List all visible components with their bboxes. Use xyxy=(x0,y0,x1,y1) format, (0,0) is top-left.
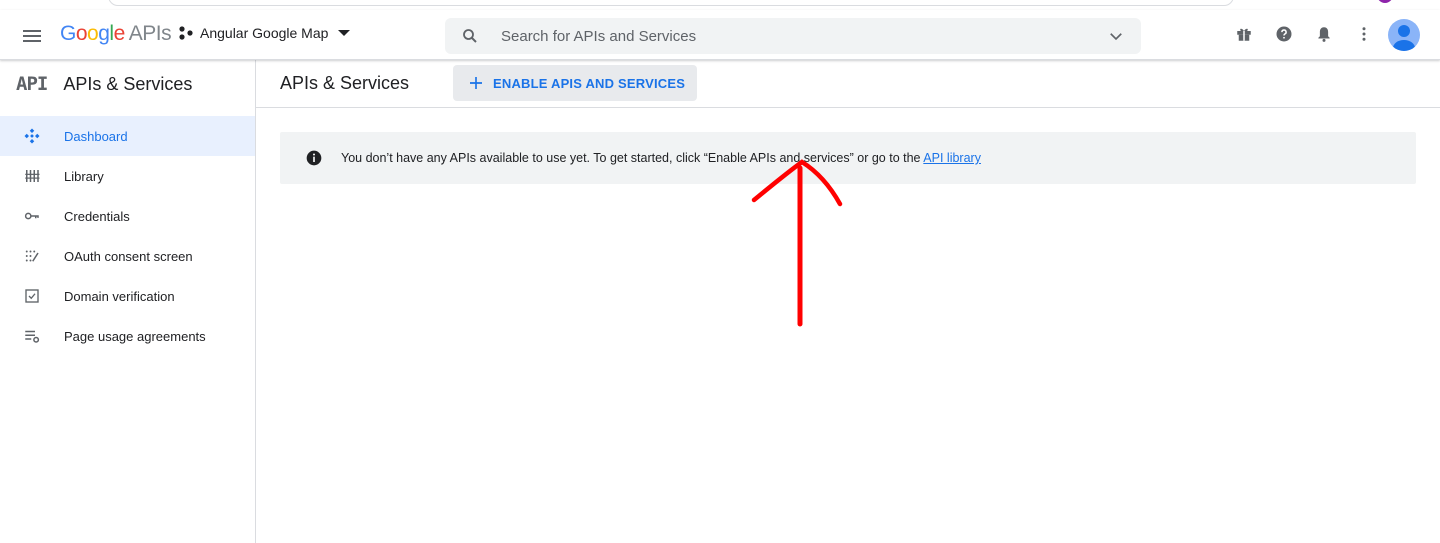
browser-top-strip xyxy=(0,0,1440,10)
top-header: Google APIs Angular Google Map xyxy=(0,10,1440,60)
key-icon xyxy=(24,212,39,220)
sidebar-item-label: Dashboard xyxy=(64,128,128,144)
project-selector[interactable]: Angular Google Map xyxy=(178,25,351,41)
profile-dot xyxy=(1377,0,1393,3)
avatar[interactable] xyxy=(1388,19,1420,51)
notifications-bell-icon[interactable] xyxy=(1314,24,1334,44)
api-library-link[interactable]: API library xyxy=(923,151,981,165)
sidebar-title: APIs & Services xyxy=(63,73,193,94)
oauth-icon xyxy=(25,250,39,262)
info-icon xyxy=(306,150,322,166)
sidebar: API APIs & Services Dashboard Library Cr… xyxy=(0,60,256,543)
gift-icon[interactable] xyxy=(1234,24,1254,44)
main-menu-button[interactable] xyxy=(20,24,44,48)
sidebar-item-library[interactable]: Library xyxy=(0,156,255,196)
apis-logo-text: APIs xyxy=(128,22,172,45)
project-name: Angular Google Map xyxy=(200,25,329,41)
library-icon xyxy=(25,170,40,182)
sidebar-nav: Dashboard Library Credentials OAuth cons… xyxy=(0,116,255,356)
google-logo-text: Google xyxy=(60,22,125,45)
main-content: APIs & Services ENABLE APIS AND SERVICES… xyxy=(256,60,1440,543)
banner-text: You don’t have any APIs available to use… xyxy=(341,151,924,165)
main-header: APIs & Services ENABLE APIS AND SERVICES xyxy=(256,60,1440,108)
search-input[interactable] xyxy=(501,27,1061,45)
sidebar-item-dashboard[interactable]: Dashboard xyxy=(0,116,255,156)
info-banner: You don’t have any APIs available to use… xyxy=(280,132,1416,184)
page-title: APIs & Services xyxy=(280,73,410,93)
sidebar-item-credentials[interactable]: Credentials xyxy=(0,196,255,236)
chevron-down-icon[interactable] xyxy=(1107,27,1125,45)
project-icon xyxy=(178,25,194,41)
plus-icon xyxy=(470,77,482,89)
help-icon[interactable] xyxy=(1274,24,1294,44)
search-bar[interactable] xyxy=(445,18,1141,54)
settings-list-icon xyxy=(25,330,40,343)
api-icon: API xyxy=(16,73,48,95)
search-icon xyxy=(463,29,477,43)
sidebar-item-label: Domain verification xyxy=(64,288,175,304)
sidebar-item-label: Page usage agreements xyxy=(64,328,206,344)
enable-apis-button[interactable]: ENABLE APIS AND SERVICES xyxy=(453,65,698,101)
enable-apis-label: ENABLE APIS AND SERVICES xyxy=(493,75,686,91)
header-actions xyxy=(1234,24,1394,44)
more-vert-icon[interactable] xyxy=(1354,24,1374,44)
sidebar-header: API APIs & Services xyxy=(0,60,256,108)
sidebar-item-page-usage[interactable]: Page usage agreements xyxy=(0,316,255,356)
sidebar-item-oauth-consent[interactable]: OAuth consent screen xyxy=(0,236,255,276)
sidebar-item-label: Credentials xyxy=(64,208,130,224)
sidebar-item-label: OAuth consent screen xyxy=(64,248,193,264)
browser-address-pill xyxy=(108,0,1234,6)
caret-down-icon xyxy=(338,30,351,36)
sidebar-item-label: Library xyxy=(64,168,104,184)
checkbox-icon xyxy=(25,289,39,303)
dashboard-icon xyxy=(24,128,40,144)
google-apis-logo[interactable]: Google APIs xyxy=(60,22,172,46)
sidebar-item-domain-verification[interactable]: Domain verification xyxy=(0,276,255,316)
banner-message: You don’t have any APIs available to use… xyxy=(341,151,981,165)
